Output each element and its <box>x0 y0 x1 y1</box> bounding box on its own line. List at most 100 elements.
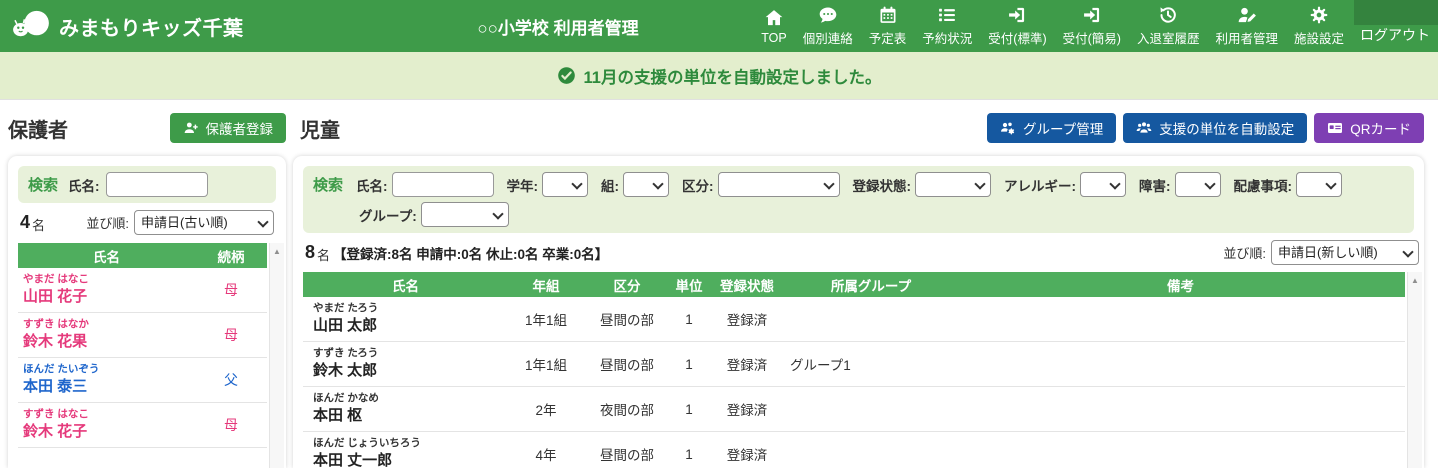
parents-title: 保護者 <box>8 114 68 143</box>
children-table: 氏名 年組 区分 単位 登録状態 所属グループ 備考 やまだ たろう 山田 太郎… <box>303 272 1422 468</box>
category-filter-label: 区分: <box>682 175 714 195</box>
nav-item-entry-history[interactable]: 入退室履歴 <box>1129 0 1208 52</box>
child-row[interactable]: ほんだ じょういちろう 本田 丈一郎 4年 昼間の部 1 登録済 <box>303 432 1405 468</box>
app-logo[interactable]: みまもりキッズ千葉 <box>10 8 244 45</box>
child-name-filter-input[interactable] <box>392 172 494 197</box>
nav-item-checkin-simple[interactable]: 受付(簡易) <box>1055 0 1129 52</box>
main-nav: TOP 個別連絡 予定表 予約状況 受付(標準) 受付(簡易) <box>753 0 1352 52</box>
parents-sort-select[interactable]: 申請日(古い順) <box>134 210 274 235</box>
parents-sort-label: 並び順: <box>86 213 129 232</box>
children-header: 児童 グループ管理 支援の単位を自動設定 QRカード <box>286 113 1424 143</box>
nav-item-checkin-standard[interactable]: 受付(標準) <box>980 0 1054 52</box>
sign-in-icon <box>1082 5 1102 25</box>
chat-icon <box>818 5 838 25</box>
parent-furigana: ほんだ たいぞう <box>23 363 195 377</box>
nav-item-reservations[interactable]: 予約状況 <box>914 0 980 52</box>
gear-icon <box>1309 5 1329 25</box>
parent-row[interactable]: すずき はなか 鈴木 花果 母 <box>18 313 267 358</box>
nav-item-label: 個別連絡 <box>803 28 853 47</box>
nav-item-label: 施設設定 <box>1294 28 1344 47</box>
child-status: 登録済 <box>708 399 786 419</box>
column-header-relation: 続柄 <box>195 246 267 266</box>
status-select[interactable] <box>915 172 991 197</box>
column-header-unit: 単位 <box>670 275 708 295</box>
child-unit: 1 <box>670 402 708 417</box>
parents-panel: 検索 氏名: 4 名 並び順: 申請日(古い順) 氏名 続柄 やまだ はなこ 山… <box>8 156 286 468</box>
register-parent-label: 保護者登録 <box>206 118 274 138</box>
child-grade: 1年1組 <box>508 354 584 374</box>
disability-select[interactable] <box>1175 172 1221 197</box>
parent-row[interactable]: ほんだ たいぞう 本田 泰三 父 <box>18 358 267 403</box>
qr-card-button[interactable]: QRカード <box>1314 113 1424 143</box>
child-furigana: すずき たろう <box>313 347 508 361</box>
column-header-name: 氏名 <box>303 275 508 295</box>
users-gear-icon <box>1000 120 1016 136</box>
child-status: 登録済 <box>708 354 786 374</box>
child-furigana: やまだ たろう <box>313 302 508 316</box>
parents-scrollbar[interactable] <box>269 243 284 468</box>
child-row[interactable]: ほんだ かなめ 本田 枢 2年 夜間の部 1 登録済 <box>303 387 1405 432</box>
parent-name: 本田 泰三 <box>23 377 195 397</box>
section-header-row: 保護者 保護者登録 児童 グループ管理 支援の単位を自動設定 QRカード <box>0 100 1438 143</box>
parents-table: 氏名 続柄 やまだ はなこ 山田 花子 母 すずき はなか 鈴木 花果 母 <box>18 243 284 468</box>
child-category: 昼間の部 <box>584 444 670 464</box>
parents-table-header: 氏名 続柄 <box>18 243 267 268</box>
auto-set-units-label: 支援の単位を自動設定 <box>1159 118 1294 138</box>
nav-item-user-management[interactable]: 利用者管理 <box>1207 0 1286 52</box>
parent-relation: 母 <box>195 325 267 345</box>
class-select[interactable] <box>623 172 669 197</box>
parent-relation: 母 <box>195 415 267 435</box>
child-furigana: ほんだ かなめ <box>313 392 508 406</box>
grade-select[interactable] <box>542 172 588 197</box>
column-header-category: 区分 <box>584 275 670 295</box>
register-parent-button[interactable]: 保護者登録 <box>170 113 287 143</box>
nav-item-label: 受付(簡易) <box>1063 28 1121 47</box>
group-manage-button[interactable]: グループ管理 <box>987 113 1116 143</box>
check-circle-icon <box>557 66 576 85</box>
children-panel: 検索 氏名: 学年: 組: 区分: 登録状態: アレルギー: 障害: 配慮事項: <box>293 156 1424 468</box>
child-status: 登録済 <box>708 309 786 329</box>
children-scrollbar[interactable] <box>1407 272 1422 468</box>
parent-furigana: すずき はなか <box>23 318 195 332</box>
child-status: 登録済 <box>708 444 786 464</box>
child-group: グループ1 <box>786 354 956 374</box>
allergy-select[interactable] <box>1080 172 1126 197</box>
nav-item-schedule[interactable]: 予定表 <box>861 0 915 52</box>
children-count-row: 8 名 【登録済:8名 申請中:0名 休止:0名 卒業:0名】 並び順: 申請日… <box>293 233 1424 270</box>
logout-button[interactable]: ログアウト <box>1352 0 1438 52</box>
nav-item-top[interactable]: TOP <box>753 0 794 52</box>
mascot-icon <box>10 8 52 45</box>
children-status-summary: 【登録済:8名 申請中:0名 休止:0名 卒業:0名】 <box>333 243 608 263</box>
nav-item-label: 入退室履歴 <box>1137 28 1200 47</box>
child-row[interactable]: すずき たろう 鈴木 太郎 1年1組 昼間の部 1 登録済 グループ1 <box>303 342 1405 387</box>
page: みまもりキッズ千葉 ○○小学校 利用者管理 TOP 個別連絡 予定表 予約状況 <box>0 0 1438 468</box>
nav-item-messages[interactable]: 個別連絡 <box>795 0 861 52</box>
care-select[interactable] <box>1296 172 1342 197</box>
parent-relation: 父 <box>195 370 267 390</box>
child-category: 夜間の部 <box>584 399 670 419</box>
child-grade: 1年1組 <box>508 309 584 329</box>
user-plus-icon <box>183 120 199 136</box>
group-select[interactable] <box>421 202 509 227</box>
parents-count-suffix: 名 <box>32 215 45 234</box>
parent-row[interactable]: すずき はなこ 鈴木 花子 母 <box>18 403 267 448</box>
column-header-grade: 年組 <box>508 275 584 295</box>
category-select[interactable] <box>718 172 840 197</box>
care-filter-label: 配慮事項: <box>1234 175 1293 195</box>
children-table-header: 氏名 年組 区分 単位 登録状態 所属グループ 備考 <box>303 272 1405 297</box>
home-icon <box>764 8 784 28</box>
parent-name-filter-input[interactable] <box>106 172 208 197</box>
nav-item-label: 利用者管理 <box>1215 28 1278 47</box>
column-header-group: 所属グループ <box>786 275 956 295</box>
logout-label: ログアウト <box>1360 25 1430 45</box>
child-row[interactable]: やまだ たろう 山田 太郎 1年1組 昼間の部 1 登録済 <box>303 297 1405 342</box>
parent-row[interactable]: やまだ はなこ 山田 花子 母 <box>18 268 267 313</box>
history-icon <box>1158 5 1178 25</box>
nav-item-facility-settings[interactable]: 施設設定 <box>1286 0 1352 52</box>
children-sort-select[interactable]: 申請日(新しい順) <box>1271 240 1419 265</box>
child-unit: 1 <box>670 312 708 327</box>
child-grade: 4年 <box>508 444 584 464</box>
auto-set-units-button[interactable]: 支援の単位を自動設定 <box>1123 113 1307 143</box>
qr-card-label: QRカード <box>1350 118 1411 138</box>
app-logo-text: みまもりキッズ千葉 <box>59 12 244 41</box>
